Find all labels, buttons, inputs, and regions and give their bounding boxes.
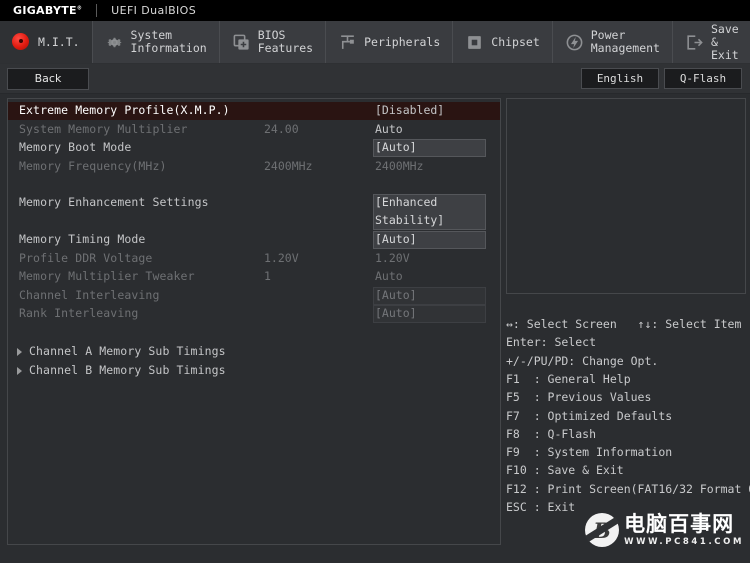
description-panel	[506, 98, 746, 294]
lightning-icon	[565, 33, 584, 52]
qflash-button[interactable]: Q-Flash	[664, 68, 742, 89]
setting-row[interactable]: Extreme Memory Profile(X.M.P.) [Disabled]	[8, 102, 500, 120]
setting-label: Memory Enhancement Settings	[19, 195, 209, 209]
watermark-cn: 电脑百事网	[624, 514, 744, 535]
setting-row[interactable]: Memory Enhancement Settings [Enhanced Stab…	[8, 194, 500, 230]
setting-row[interactable]: Rank Interleaving [Auto]	[8, 305, 500, 323]
help-line: Enter: Select	[506, 335, 596, 349]
setting-row[interactable]: Memory Boot Mode [Auto]	[8, 139, 500, 157]
setting-label: Extreme Memory Profile(X.M.P.)	[19, 103, 230, 117]
main-navigation: M.I.T. System Information BIOS Features	[0, 21, 750, 64]
submenu-row[interactable]: Channel A Memory Sub Timings	[8, 343, 500, 361]
help-line: F7 : Optimized Defaults	[506, 409, 672, 423]
tab-chipset[interactable]: Chipset	[453, 21, 552, 63]
setting-option-value: Auto	[375, 269, 403, 283]
setting-label: Memory Frequency(MHz)	[19, 159, 167, 173]
help-line: ↔: Select Screen ↑↓: Select Item	[506, 317, 741, 331]
setting-current-value: 1	[264, 269, 271, 283]
setting-row[interactable]: Profile DDR Voltage 1.20V 1.20V	[8, 250, 500, 268]
setting-label: Memory Timing Mode	[19, 232, 145, 246]
brand-divider	[96, 4, 97, 17]
chip-plus-icon	[232, 33, 251, 52]
tab-mit[interactable]: M.I.T.	[0, 21, 93, 63]
gear-icon	[105, 33, 124, 52]
setting-option-value: [Auto]	[375, 232, 417, 246]
setting-option-value: [Enhanced	[375, 195, 437, 209]
tab-bios-features[interactable]: BIOS Features	[220, 21, 326, 63]
chipset-icon	[465, 33, 484, 52]
settings-list: Extreme Memory Profile(X.M.P.) [Disabled]…	[7, 98, 501, 545]
tab-label: Chipset	[491, 36, 539, 49]
watermark-logo-icon: B	[585, 513, 619, 547]
brand-bar: GIGABYTE® UEFI DualBIOS	[0, 0, 750, 21]
setting-label: Memory Multiplier Tweaker	[19, 269, 195, 283]
help-line: F8 : Q-Flash	[506, 427, 596, 441]
target-icon	[12, 33, 31, 52]
tab-label: BIOS Features	[258, 29, 313, 55]
tab-power-management[interactable]: Power Management	[553, 21, 673, 63]
tab-peripherals[interactable]: Peripherals	[326, 21, 453, 63]
setting-option-value: [Auto]	[375, 140, 417, 154]
sub-toolbar: Back English Q-Flash	[0, 64, 750, 94]
exit-arrow-icon	[685, 33, 704, 52]
help-line: F12 : Print Screen(FAT16/32 Format Only)	[506, 482, 750, 496]
brand-subtitle: UEFI DualBIOS	[111, 4, 196, 17]
brand-name: GIGABYTE	[13, 4, 77, 17]
back-button[interactable]: Back	[7, 68, 89, 90]
setting-label: Memory Boot Mode	[19, 140, 131, 154]
submenu-label: Channel B Memory Sub Timings	[29, 363, 226, 377]
chevron-right-icon	[17, 367, 22, 375]
help-line: F5 : Previous Values	[506, 390, 651, 404]
watermark: B 电脑百事网 WWW.PC841.COM	[585, 513, 744, 547]
setting-current-value: 24.00	[264, 122, 299, 136]
setting-label: Channel Interleaving	[19, 288, 159, 302]
submenu-row[interactable]: Channel B Memory Sub Timings	[8, 362, 500, 380]
tab-label: M.I.T.	[38, 36, 80, 49]
content-area: Extreme Memory Profile(X.M.P.) [Disabled]…	[0, 94, 750, 563]
setting-current-value: 2400MHz	[264, 159, 312, 173]
language-button[interactable]: English	[581, 68, 659, 89]
setting-row[interactable]: Memory Frequency(MHz) 2400MHz 2400MHz	[8, 158, 500, 176]
setting-label: Profile DDR Voltage	[19, 251, 152, 265]
watermark-text: 电脑百事网 WWW.PC841.COM	[624, 514, 744, 547]
submenu-label: Channel A Memory Sub Timings	[29, 344, 226, 358]
setting-row[interactable]: Memory Timing Mode [Auto]	[8, 231, 500, 249]
watermark-en: WWW.PC841.COM	[624, 538, 744, 547]
tab-system-information[interactable]: System Information	[93, 21, 220, 63]
setting-option-value: [Auto]	[375, 306, 417, 320]
setting-option-value: [Disabled]	[375, 103, 444, 117]
tab-label: Power Management	[591, 29, 660, 55]
help-line: ESC : Exit	[506, 500, 575, 514]
help-panel: ESC : ExitF12 : Print Screen(FAT16/32 Fo…	[506, 299, 746, 545]
setting-option-value: 1.20V	[375, 251, 410, 265]
setting-option-value-line2: Stability]	[375, 213, 444, 227]
setting-label: Rank Interleaving	[19, 306, 138, 320]
toolbar-right-group: English Q-Flash	[581, 68, 742, 89]
help-line: +/-/PU/PD: Change Opt.	[506, 354, 658, 368]
setting-row[interactable]: Channel Interleaving [Auto]	[8, 287, 500, 305]
tab-save-and-exit[interactable]: Save & Exit	[673, 21, 750, 63]
gigabyte-logo: GIGABYTE®	[13, 4, 82, 17]
setting-option-value: [Auto]	[375, 288, 417, 302]
tab-label: System Information	[131, 29, 207, 55]
connector-icon	[338, 33, 357, 52]
help-line: F10 : Save & Exit	[506, 463, 624, 477]
setting-row[interactable]: System Memory Multiplier 24.00 Auto	[8, 121, 500, 139]
setting-option-value: Auto	[375, 122, 403, 136]
setting-row[interactable]: Memory Multiplier Tweaker 1 Auto	[8, 268, 500, 286]
help-line: F9 : System Information	[506, 445, 672, 459]
chevron-right-icon	[17, 348, 22, 356]
tab-label: Peripherals	[364, 36, 440, 49]
setting-label: System Memory Multiplier	[19, 122, 188, 136]
watermark-mark: B	[585, 513, 619, 547]
help-line: F1 : General Help	[506, 372, 631, 386]
trademark-symbol: ®	[77, 5, 82, 11]
setting-current-value: 1.20V	[264, 251, 299, 265]
setting-option-value: 2400MHz	[375, 159, 423, 173]
tab-label: Save & Exit	[711, 23, 739, 62]
